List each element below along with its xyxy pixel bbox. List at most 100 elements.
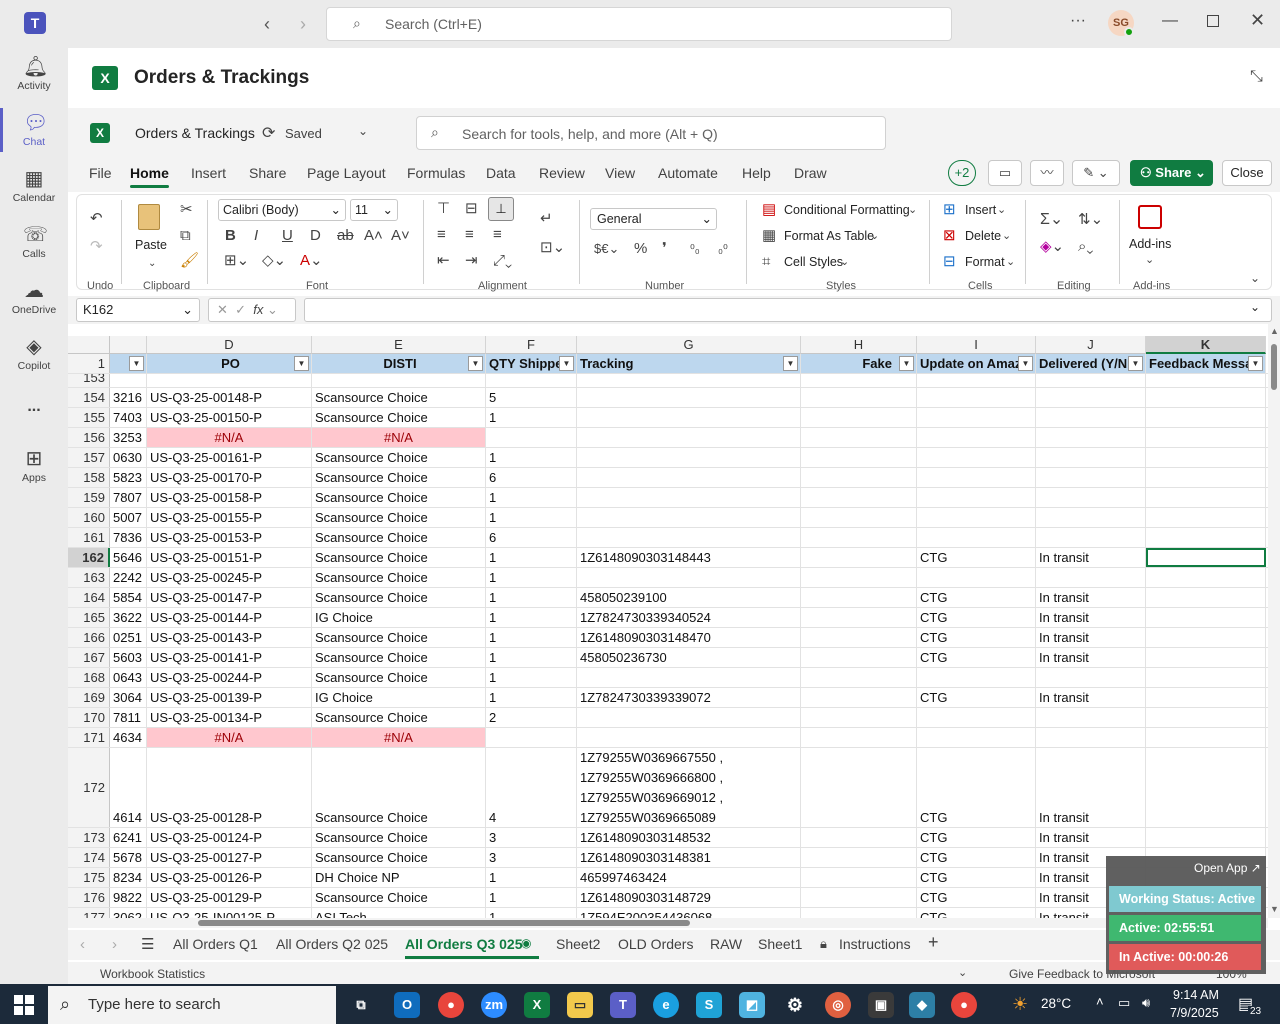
cell[interactable]: 1 [486,628,577,647]
row-number[interactable]: 161 [68,528,110,547]
catch-up-button[interactable]: 〰 [1030,160,1064,186]
file-explorer-icon[interactable]: ▭ [567,992,593,1018]
cell[interactable]: Scansource Choice [312,448,486,467]
merge-center-icon[interactable]: ⊡⌄ [540,240,565,256]
cell[interactable]: 2 [486,708,577,727]
row-number[interactable]: 158 [68,468,110,487]
excel-taskbar-icon[interactable]: X [524,992,550,1018]
network-icon[interactable]: ▭ [1118,995,1130,1011]
cell[interactable] [801,668,917,687]
cell[interactable]: US-Q3-25-00151-P [147,548,312,567]
chevron-down-icon[interactable]: ⌄ [958,966,967,979]
sheet-tab-old-orders[interactable]: OLD Orders [618,936,693,952]
cell[interactable] [1036,708,1146,727]
chevron-down-icon[interactable]: ⌄ [148,256,156,272]
cell[interactable] [801,748,917,827]
close-button[interactable]: Close [1222,160,1272,186]
cell[interactable]: 5603 [110,648,147,667]
edge-icon[interactable]: e [653,992,679,1018]
cell[interactable]: ASI Tech [312,908,486,918]
formula-input[interactable] [304,298,1272,322]
cell[interactable]: 9822 [110,888,147,907]
cell[interactable]: 6241 [110,828,147,847]
row-number[interactable]: 162 [68,548,110,567]
editing-mode-button[interactable]: ✎ ⌄ [1072,160,1120,186]
cell[interactable]: 5007 [110,508,147,527]
cell[interactable] [801,508,917,527]
cell[interactable] [577,508,801,527]
forward-arrow-icon[interactable]: › [300,14,306,35]
cell[interactable]: 1Z6148090303148443 [577,548,801,567]
cell[interactable] [801,568,917,587]
horizontal-scroll-thumb[interactable] [198,920,690,926]
superscript-icon[interactable]: A˄ [364,228,383,244]
cell[interactable]: 5 [486,388,577,407]
cell[interactable]: 1 [486,608,577,627]
prev-sheet-icon[interactable]: ‹ [80,936,85,953]
task-view-icon[interactable]: ⧉ [348,992,374,1018]
cell[interactable]: 1 [486,688,577,707]
row-number[interactable]: 156 [68,428,110,447]
cell[interactable] [801,688,917,707]
teams-taskbar-icon[interactable]: T [610,992,636,1018]
paste-icon[interactable] [138,204,160,230]
cell[interactable]: In transit [1036,628,1146,647]
cell[interactable]: 3216 [110,388,147,407]
cell[interactable]: Scansource Choice [312,628,486,647]
cell[interactable]: US-Q3-25-00128-P [147,748,312,827]
cell[interactable]: 5854 [110,588,147,607]
cell[interactable]: Scansource Choice [312,888,486,907]
cell[interactable] [1146,628,1266,647]
cell[interactable] [801,868,917,887]
tab-page-layout[interactable]: Page Layout [307,165,386,181]
cell[interactable] [801,548,917,567]
weather-temp[interactable]: 28°C [1041,996,1071,1011]
cell[interactable]: 1Z6148090303148532 [577,828,801,847]
cell[interactable] [1036,568,1146,587]
conditional-formatting-button[interactable]: Conditional Formatting [784,203,910,217]
header-cell[interactable]: Update on Amaz ▼ [917,354,1036,373]
cell[interactable]: In transit [1036,688,1146,707]
cell[interactable]: US-Q3-25-00143-P [147,628,312,647]
cell[interactable]: 4634 [110,728,147,747]
sheet-tab-sheet2[interactable]: Sheet2 [556,936,600,952]
cell[interactable]: US-Q3-25-00161-P [147,448,312,467]
cell[interactable] [1036,428,1146,447]
cell[interactable]: 1 [486,488,577,507]
cell[interactable]: Scansource Choice [312,508,486,527]
cell[interactable]: CTG [917,748,1036,827]
increase-indent-icon[interactable]: ⇥ [465,253,478,269]
sheet-tab-sheet1[interactable]: Sheet1 [758,936,802,952]
cell[interactable]: #N/A [147,428,312,447]
row-number[interactable]: 170 [68,708,110,727]
cut-icon[interactable]: ✂ [180,202,193,218]
selected-cell[interactable] [1146,548,1266,567]
row-number[interactable]: 163 [68,568,110,587]
spreadsheet-grid[interactable]: D E F G H I J K 153 154 3216 US-Q3-25-00148-P Scanso… [68,336,1268,918]
cell[interactable] [577,528,801,547]
sheet-tab-q1[interactable]: All Orders Q1 [173,936,258,952]
cell[interactable] [801,828,917,847]
comma-style-icon[interactable]: ❜ [662,241,667,257]
cell[interactable] [801,848,917,867]
chevron-down-icon[interactable]: ⌄ [1145,252,1154,268]
row-number[interactable]: 155 [68,408,110,427]
rail-calendar[interactable]: ▦ Calendar [0,168,68,204]
cell[interactable] [1146,448,1266,467]
cell[interactable] [1036,408,1146,427]
sheet-tab-raw[interactable]: RAW [710,936,742,952]
cell[interactable]: 7807 [110,488,147,507]
header-cell[interactable]: Delivered (Y/N ▼ [1036,354,1146,373]
windows-start-icon[interactable] [14,995,34,1015]
sheet-tab-instructions[interactable]: Instructions [839,936,911,952]
header-cell[interactable]: DISTI ▼ [312,354,486,373]
cell[interactable] [917,448,1036,467]
cell[interactable]: 1Z79255W0369667550 , 1Z79255W0369666800 … [577,748,801,827]
insert-function-icon[interactable]: fx [253,302,263,317]
formula-expand-icon[interactable]: ⌄ [1250,300,1260,314]
addins-icon[interactable] [1138,205,1162,229]
cell[interactable]: 5678 [110,848,147,867]
cell[interactable]: US-Q3-25-00245-P [147,568,312,587]
cell[interactable]: #N/A [312,728,486,747]
scroll-down-icon[interactable]: ▼ [1270,904,1279,914]
